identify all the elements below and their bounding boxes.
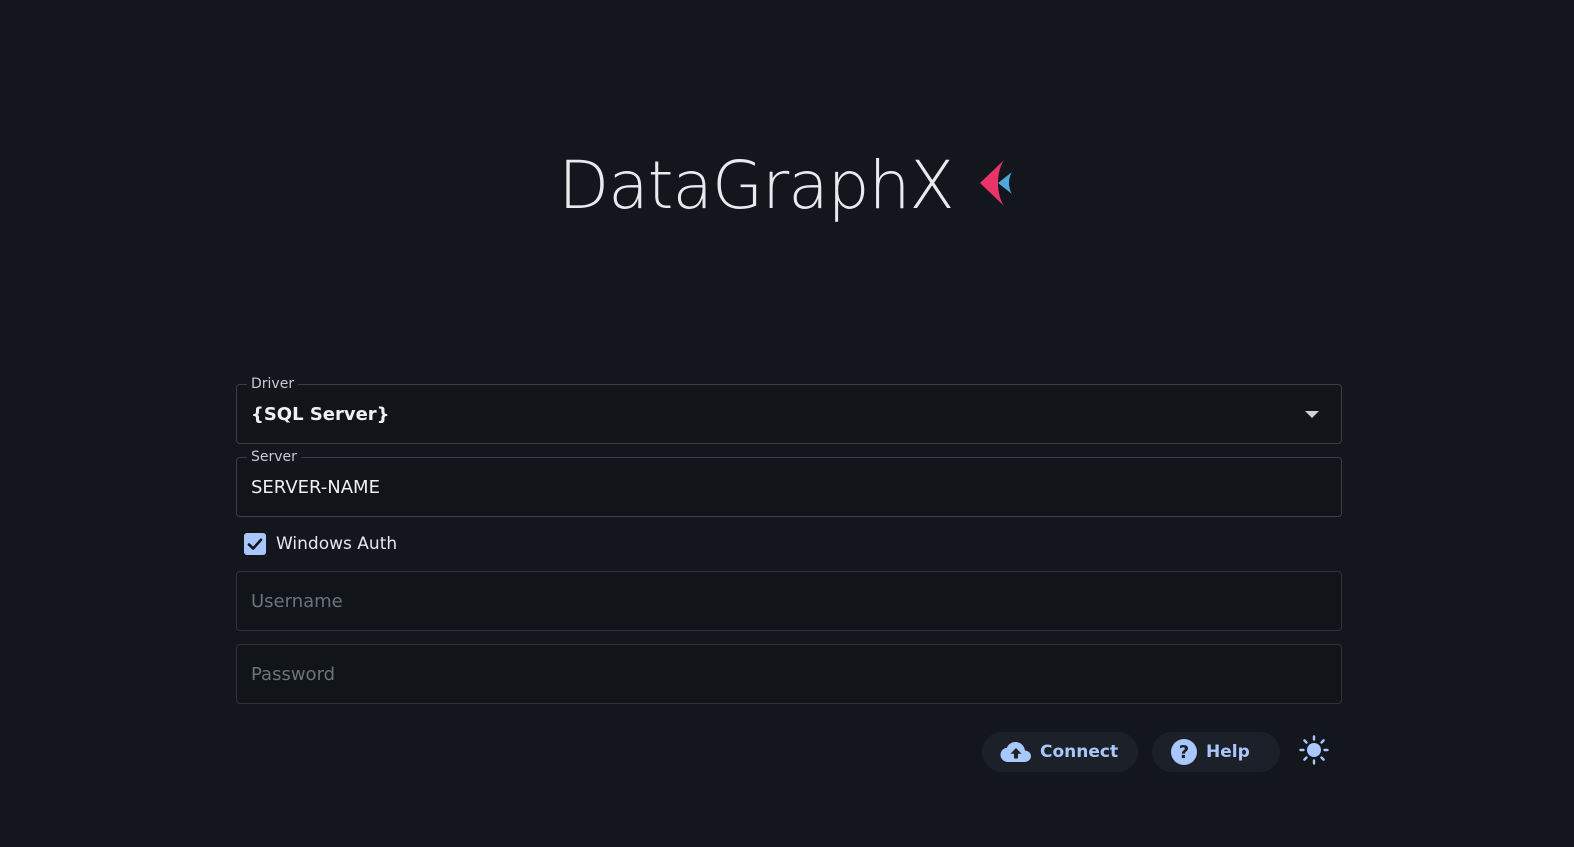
connect-button[interactable]: Connect	[982, 732, 1138, 772]
server-value: SERVER-NAME	[251, 477, 380, 498]
username-input[interactable]	[237, 572, 1341, 630]
server-label: Server	[247, 449, 301, 465]
password-field[interactable]	[236, 644, 1342, 704]
help-button[interactable]: ? Help	[1152, 732, 1280, 772]
connection-form: Driver {SQL Server} Server SERVER-NAME W…	[236, 376, 1342, 717]
svg-text:?: ?	[1179, 742, 1189, 763]
app-title: DataGraphX	[558, 146, 954, 224]
server-field[interactable]: Server SERVER-NAME	[236, 449, 1342, 517]
windows-auth-checkbox[interactable]	[244, 533, 266, 555]
login-screen: DataGraphX Driver {SQL Server} Server SE…	[0, 0, 1574, 847]
driver-value: {SQL Server}	[251, 404, 390, 425]
chevron-down-icon[interactable]	[1305, 411, 1319, 418]
password-input[interactable]	[237, 645, 1341, 703]
sun-icon	[1299, 735, 1329, 769]
help-circle-icon: ?	[1170, 738, 1198, 766]
windows-auth-label: Windows Auth	[276, 534, 398, 554]
datagraphx-logo-icon	[976, 158, 1016, 208]
username-field[interactable]	[236, 571, 1342, 631]
driver-label: Driver	[247, 376, 299, 392]
cloud-upload-icon	[1000, 741, 1032, 763]
action-bar: Connect ? Help	[982, 732, 1334, 772]
driver-select[interactable]: Driver {SQL Server}	[236, 376, 1342, 444]
connect-label: Connect	[1040, 742, 1119, 762]
check-icon	[247, 538, 263, 550]
brand-header: DataGraphX	[0, 140, 1574, 230]
help-label: Help	[1206, 742, 1250, 762]
windows-auth-row[interactable]: Windows Auth	[236, 526, 1342, 562]
theme-toggle-button[interactable]	[1294, 732, 1334, 772]
